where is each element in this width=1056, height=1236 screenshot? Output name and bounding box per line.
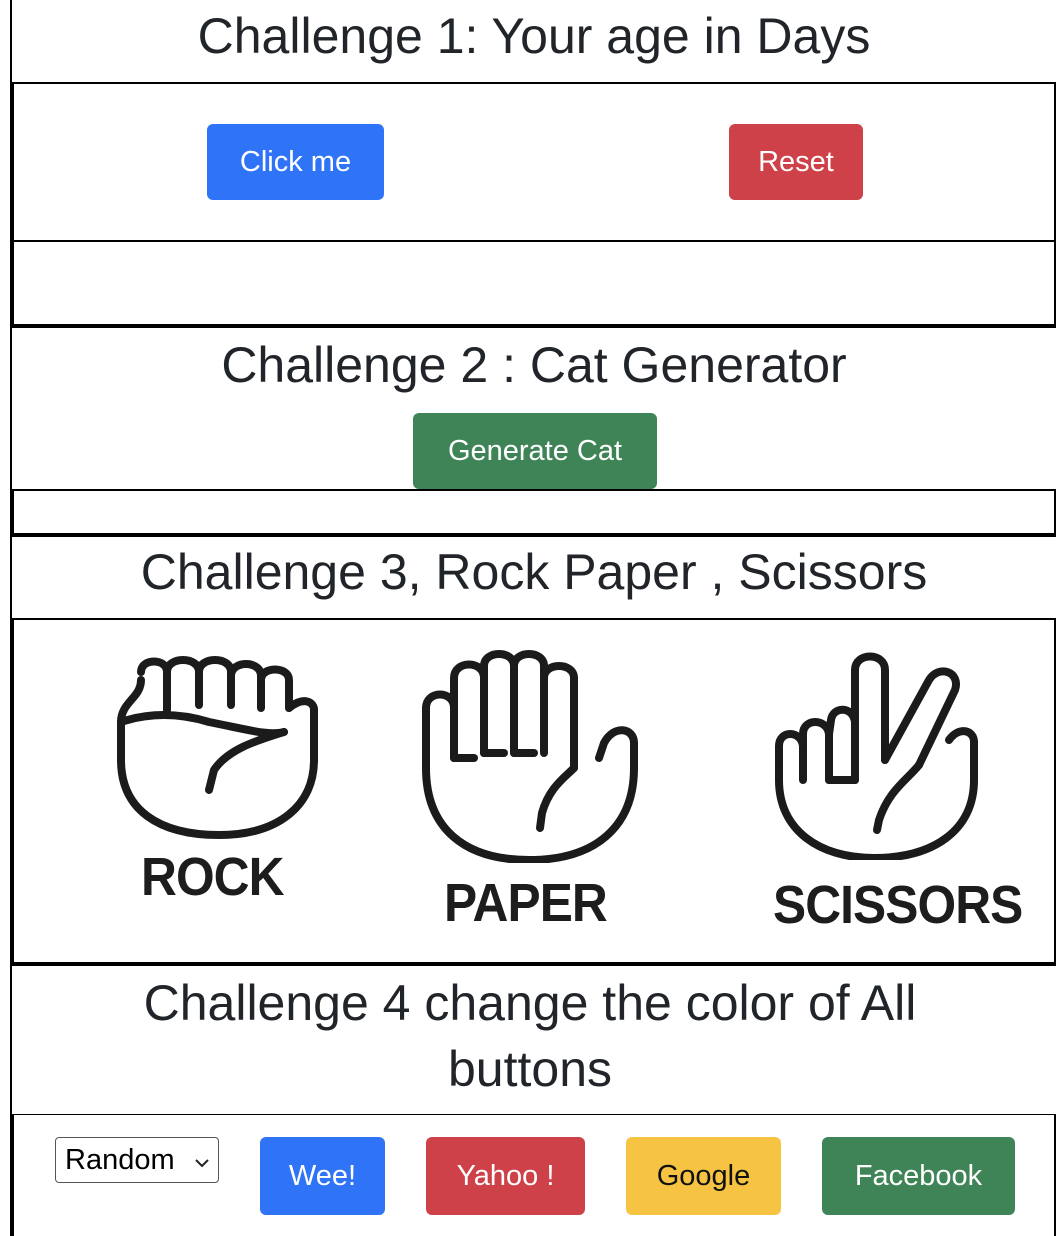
open-hand-icon: [422, 650, 638, 863]
challenge1-result-box: [12, 240, 1056, 328]
yahoo-button[interactable]: Yahoo !: [426, 1137, 585, 1215]
challenge2-title: Challenge 2 : Cat Generator: [221, 337, 847, 393]
paper-choice[interactable]: PAPER: [414, 648, 644, 933]
reset-button[interactable]: Reset: [729, 124, 863, 200]
rock-label: ROCK: [141, 847, 285, 907]
paper-label: PAPER: [444, 873, 608, 933]
chevron-down-icon: [194, 1148, 210, 1181]
cat-flexbox: [12, 489, 1056, 537]
fist-icon: [117, 656, 318, 839]
rps-box: ROCK PAPER SCISSORS: [12, 618, 1056, 966]
challenge3-title: Challenge 3, Rock Paper , Scissors: [140, 544, 928, 600]
rock-choice[interactable]: ROCK: [109, 650, 329, 907]
page: Challenge 1: Your age in Days Click me R…: [0, 0, 1056, 1236]
google-button[interactable]: Google: [626, 1137, 781, 1215]
challenge1-button-box: Click me Reset: [12, 82, 1056, 242]
click-me-button[interactable]: Click me: [207, 124, 384, 200]
challenge4-title: Challenge 4 change the color of All butt…: [143, 975, 917, 1097]
scissors-choice[interactable]: SCISSORS: [769, 650, 1023, 935]
generate-cat-button[interactable]: Generate Cat: [413, 413, 657, 489]
color-select[interactable]: Random: [55, 1137, 219, 1183]
facebook-button[interactable]: Facebook: [822, 1137, 1015, 1215]
color-select-value: Random: [65, 1143, 175, 1176]
challenge1-title: Challenge 1: Your age in Days: [197, 8, 871, 64]
peace-hand-icon: [775, 652, 978, 860]
scissors-label: SCISSORS: [773, 875, 1023, 935]
wee-button[interactable]: Wee!: [260, 1137, 385, 1215]
